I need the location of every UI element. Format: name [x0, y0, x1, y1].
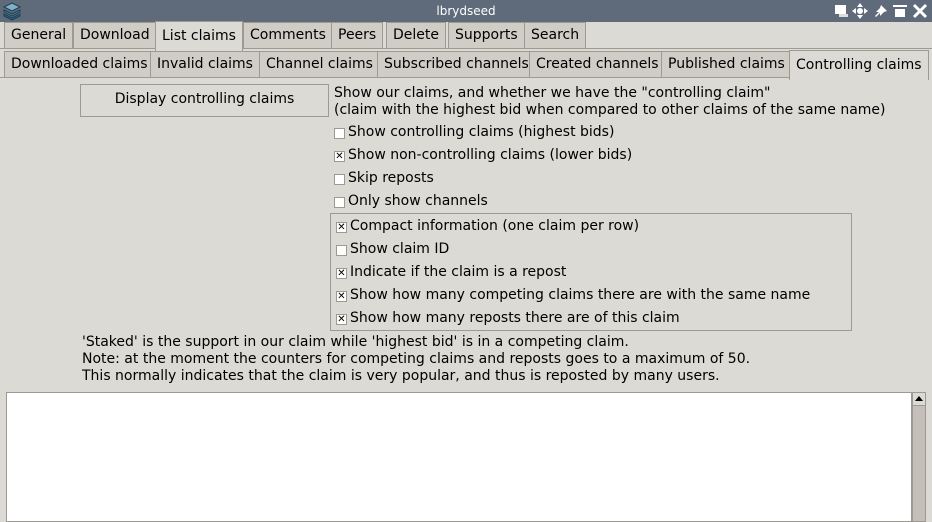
- tab-channel-claims[interactable]: Channel claims: [259, 51, 380, 77]
- note-line-2: Note: at the moment the counters for com…: [82, 351, 751, 367]
- checkbox-label: Show claim ID: [350, 241, 450, 257]
- checkbox[interactable]: ✕: [336, 314, 347, 325]
- tab-supports[interactable]: Supports: [448, 22, 525, 48]
- tab-divider: [0, 77, 789, 78]
- checkbox[interactable]: ✕: [336, 268, 347, 279]
- tab-published-claims[interactable]: Published claims: [661, 51, 792, 77]
- tab-subscribed-channels[interactable]: Subscribed channels: [377, 51, 536, 77]
- checkbox[interactable]: [336, 245, 347, 256]
- display-controlling-claims-button[interactable]: Display controlling claims: [80, 84, 329, 117]
- tab-controlling-claims[interactable]: Controlling claims: [789, 50, 929, 80]
- tab-search[interactable]: Search: [524, 22, 587, 48]
- note-line-1: 'Staked' is the support in our claim whi…: [82, 334, 629, 350]
- tab-peers[interactable]: Peers: [331, 22, 384, 48]
- tab-created-channels[interactable]: Created channels: [529, 51, 666, 77]
- tab-divider: [0, 48, 155, 49]
- tab-general[interactable]: General: [4, 22, 74, 48]
- tab-divider: [243, 48, 932, 49]
- checkbox[interactable]: [334, 174, 345, 185]
- main-tabbar: General Download List claims Comments Pe…: [0, 21, 932, 51]
- description-line-2: (claim with the highest bid when compare…: [334, 102, 886, 118]
- checkbox-label: Compact information (one claim per row): [350, 218, 640, 234]
- vertical-scrollbar[interactable]: [912, 392, 926, 522]
- description-line-1: Show our claims, and whether we have the…: [334, 85, 771, 101]
- move-icon[interactable]: [852, 3, 868, 19]
- window-icon[interactable]: [833, 3, 849, 19]
- pin-icon[interactable]: [873, 3, 889, 19]
- title-bar: lbrydseed: [0, 0, 932, 22]
- checkbox-label: Only show channels: [348, 193, 488, 209]
- close-icon[interactable]: [912, 3, 928, 19]
- sub-tabbar: Downloaded claims Invalid claims Channel…: [0, 50, 932, 80]
- checkbox-label: Show how many reposts there are of this …: [350, 310, 680, 326]
- tab-delete[interactable]: Delete: [386, 22, 446, 48]
- tab-invalid-claims[interactable]: Invalid claims: [150, 51, 260, 77]
- checkbox-label: Show how many competing claims there are…: [350, 287, 811, 303]
- checkbox-label: Show controlling claims (highest bids): [348, 124, 615, 140]
- checkbox-label: Show non-controlling claims (lower bids): [348, 147, 633, 163]
- arrow-up-icon: [915, 396, 923, 401]
- note-line-3: This normally indicates that the claim i…: [82, 368, 720, 384]
- output-textarea[interactable]: [6, 392, 912, 522]
- tab-downloaded-claims[interactable]: Downloaded claims: [4, 51, 155, 77]
- checkbox-label: Skip reposts: [348, 170, 434, 186]
- minimize-icon[interactable]: [892, 3, 908, 19]
- checkbox[interactable]: ✕: [334, 151, 345, 162]
- checkbox[interactable]: [334, 197, 345, 208]
- scroll-up-button[interactable]: [913, 393, 925, 406]
- window-title: lbrydseed: [436, 4, 496, 18]
- tab-list-claims[interactable]: List claims: [155, 21, 243, 51]
- checkbox-label: Indicate if the claim is a repost: [350, 264, 567, 280]
- tab-comments[interactable]: Comments: [243, 22, 333, 48]
- checkbox[interactable]: [334, 128, 345, 139]
- tab-download[interactable]: Download: [73, 22, 157, 48]
- checkbox[interactable]: ✕: [336, 222, 347, 233]
- checkbox[interactable]: ✕: [336, 291, 347, 302]
